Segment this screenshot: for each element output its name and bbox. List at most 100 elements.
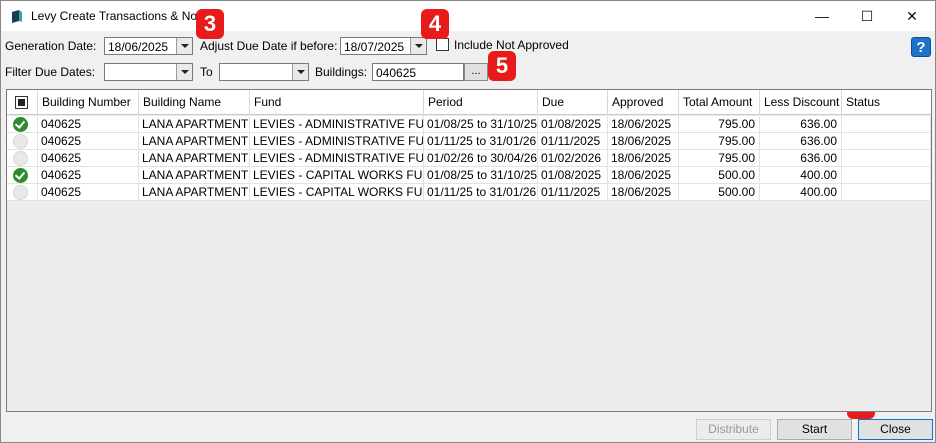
check-icon[interactable] [13, 117, 28, 132]
cell-approved: 18/06/2025 [608, 184, 679, 200]
help-button[interactable]: ? [911, 37, 931, 57]
cell-fund: LEVIES - ADMINISTRATIVE FUND [250, 150, 424, 166]
levy-create-transactions-window: Levy Create Transactions & Not — ☐ ✕ Gen… [0, 0, 936, 443]
cell-period: 01/08/25 to 31/10/25 [424, 116, 538, 132]
column-header-building-number[interactable]: Building Number [38, 90, 139, 115]
browse-buildings-button[interactable]: ... [464, 63, 488, 81]
column-header-fund[interactable]: Fund [250, 90, 424, 115]
row-approved-indicator [7, 116, 38, 132]
cell-building-number: 040625 [38, 167, 139, 183]
cell-total-amount: 500.00 [679, 167, 760, 183]
cell-fund: LEVIES - ADMINISTRATIVE FUND [250, 116, 424, 132]
cell-building-name: LANA APARTMENTS [139, 116, 250, 132]
to-label: To [200, 65, 213, 79]
cell-less-discount: 636.00 [760, 150, 842, 166]
cell-status [842, 184, 931, 200]
adjust-due-date-value: 18/07/2025 [344, 40, 405, 54]
check-icon[interactable] [13, 168, 28, 183]
cell-total-amount: 795.00 [679, 116, 760, 132]
cell-due: 01/08/2025 [538, 167, 608, 183]
levy-transactions-grid[interactable]: Building Number Building Name Fund Perio… [6, 89, 932, 412]
cell-fund: LEVIES - ADMINISTRATIVE FUND [250, 133, 424, 149]
table-row[interactable]: 040625 LANA APARTMENTS LEVIES - ADMINISTRA… [7, 150, 931, 167]
empty-circle-icon[interactable] [13, 185, 28, 200]
cell-period: 01/02/26 to 30/04/26 [424, 150, 538, 166]
table-row[interactable]: 040625 LANA APARTMENTS LEVIES - CAPITAL WO… [7, 167, 931, 184]
row-approved-indicator [7, 133, 38, 149]
empty-circle-icon[interactable] [13, 151, 28, 166]
cell-building-name: LANA APARTMENTS [139, 184, 250, 200]
title-bar[interactable]: Levy Create Transactions & Not — ☐ ✕ [1, 1, 935, 31]
minimize-icon: — [815, 8, 829, 24]
generation-date-picker[interactable]: 18/06/2025 [104, 37, 193, 55]
generation-date-value: 18/06/2025 [108, 40, 169, 54]
table-row[interactable]: 040625 LANA APARTMENTS LEVIES - ADMINISTRA… [7, 133, 931, 150]
step-badge-3: 3 [196, 9, 224, 39]
row-approved-indicator [7, 167, 38, 183]
grid-header: Building Number Building Name Fund Perio… [7, 90, 931, 115]
distribute-button[interactable]: Distribute [696, 419, 771, 440]
cell-total-amount: 795.00 [679, 133, 760, 149]
app-logo-icon [12, 10, 22, 23]
cell-building-number: 040625 [38, 150, 139, 166]
cell-building-name: LANA APARTMENTS [139, 150, 250, 166]
filter-from-date-picker[interactable] [104, 63, 193, 81]
column-header-less-discount[interactable]: Less Discount [760, 90, 842, 115]
column-header-status[interactable]: Status [842, 90, 931, 115]
cell-less-discount: 400.00 [760, 184, 842, 200]
column-header-building-name[interactable]: Building Name [139, 90, 250, 115]
cell-period: 01/11/25 to 31/01/26 [424, 133, 538, 149]
cell-less-discount: 636.00 [760, 133, 842, 149]
cell-period: 01/08/25 to 31/10/25 [424, 167, 538, 183]
cell-less-discount: 400.00 [760, 167, 842, 183]
cell-total-amount: 500.00 [679, 184, 760, 200]
cell-approved: 18/06/2025 [608, 150, 679, 166]
buildings-input[interactable]: 040625 [372, 63, 464, 81]
cell-building-number: 040625 [38, 116, 139, 132]
table-row[interactable]: 040625 LANA APARTMENTS LEVIES - CAPITAL WO… [7, 184, 931, 201]
filter-to-date-picker[interactable] [219, 63, 309, 81]
include-not-approved-checkbox[interactable] [436, 38, 449, 51]
adjust-due-date-picker[interactable]: 18/07/2025 [340, 37, 427, 55]
chevron-down-icon[interactable] [176, 64, 192, 80]
column-header-total-amount[interactable]: Total Amount [679, 90, 760, 115]
start-button[interactable]: Start [777, 419, 852, 440]
row-approved-indicator [7, 150, 38, 166]
cell-building-number: 040625 [38, 184, 139, 200]
chevron-down-icon[interactable] [176, 38, 192, 54]
select-all-header[interactable] [7, 90, 38, 115]
buildings-label: Buildings: [315, 65, 368, 79]
step-badge-5: 5 [488, 51, 516, 81]
chevron-down-icon[interactable] [410, 38, 426, 54]
cell-approved: 18/06/2025 [608, 167, 679, 183]
step-badge-4: 4 [421, 9, 449, 39]
cell-period: 01/11/25 to 31/01/26 [424, 184, 538, 200]
empty-circle-icon[interactable] [13, 134, 28, 149]
minimize-button[interactable]: — [799, 1, 845, 31]
table-row[interactable]: 040625 LANA APARTMENTS LEVIES - ADMINISTRA… [7, 116, 931, 133]
select-all-checkbox[interactable] [15, 96, 28, 109]
help-icon: ? [916, 38, 926, 56]
cell-fund: LEVIES - CAPITAL WORKS FUND [250, 184, 424, 200]
filter-due-dates-label: Filter Due Dates: [5, 65, 96, 79]
cell-less-discount: 636.00 [760, 116, 842, 132]
cell-building-name: LANA APARTMENTS [139, 167, 250, 183]
cell-due: 01/08/2025 [538, 116, 608, 132]
close-button[interactable]: Close [858, 419, 933, 440]
indeterminate-mark-icon [18, 99, 25, 106]
maximize-icon: ☐ [860, 7, 874, 24]
maximize-button[interactable]: ☐ [844, 1, 890, 31]
generation-date-label: Generation Date: [5, 39, 97, 53]
close-icon: ✕ [906, 7, 918, 24]
column-header-due[interactable]: Due [538, 90, 608, 115]
cell-status [842, 150, 931, 166]
cell-status [842, 116, 931, 132]
close-window-button[interactable]: ✕ [889, 1, 935, 31]
row-approved-indicator [7, 184, 38, 200]
chevron-down-icon[interactable] [292, 64, 308, 80]
cell-building-name: LANA APARTMENTS [139, 133, 250, 149]
column-header-period[interactable]: Period [424, 90, 538, 115]
cell-approved: 18/06/2025 [608, 133, 679, 149]
include-not-approved-label[interactable]: Include Not Approved [454, 38, 569, 52]
column-header-approved[interactable]: Approved [608, 90, 679, 115]
